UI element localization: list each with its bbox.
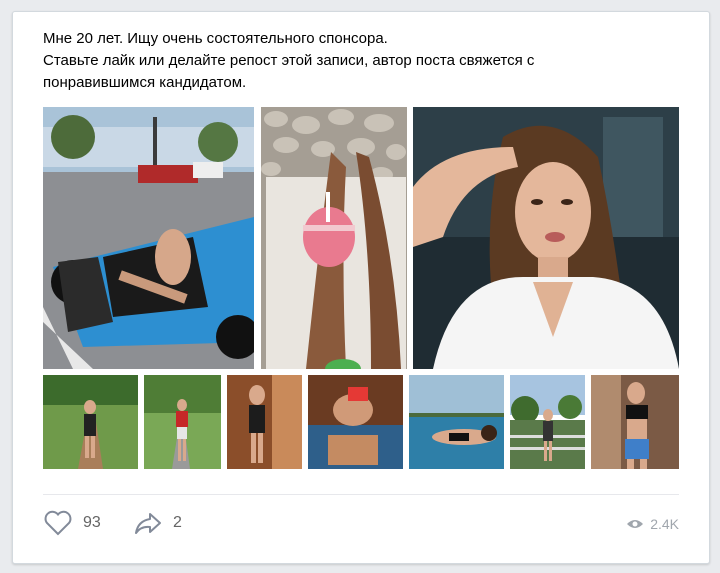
divider <box>43 494 679 495</box>
photo-portrait[interactable] <box>413 107 679 369</box>
share-count: 2 <box>173 514 182 531</box>
like-button[interactable]: 93 <box>43 510 101 536</box>
photo-thumb-6[interactable] <box>510 375 585 469</box>
heart-icon <box>44 510 72 536</box>
photo-thumb-5[interactable] <box>409 375 504 469</box>
post-card: Мне 20 лет. Ищу очень состоятельного спо… <box>12 11 710 564</box>
photo-thumb-7[interactable] <box>591 375 679 469</box>
post-text-line-3: понравившимся кандидатом. <box>43 74 247 91</box>
views-counter: 2.4K <box>626 516 679 532</box>
photo-thumb-2[interactable] <box>144 375 221 469</box>
post-text-line-2: Ставьте лайк или делайте репост этой зап… <box>43 52 535 69</box>
share-button[interactable]: 2 <box>133 510 182 536</box>
like-count: 93 <box>83 514 101 531</box>
photo-legs-smoothie[interactable] <box>261 107 407 369</box>
views-count: 2.4K <box>650 516 679 532</box>
post-text-line-1: Мне 20 лет. Ищу очень состоятельного спо… <box>43 30 388 47</box>
post-text: Мне 20 лет. Ищу очень состоятельного спо… <box>43 28 663 94</box>
photo-car[interactable] <box>43 107 254 369</box>
photo-thumb-1[interactable] <box>43 375 138 469</box>
eye-icon <box>627 520 644 528</box>
photo-thumb-4[interactable] <box>308 375 403 469</box>
photo-thumb-3[interactable] <box>227 375 302 469</box>
share-arrow-icon <box>135 513 161 534</box>
